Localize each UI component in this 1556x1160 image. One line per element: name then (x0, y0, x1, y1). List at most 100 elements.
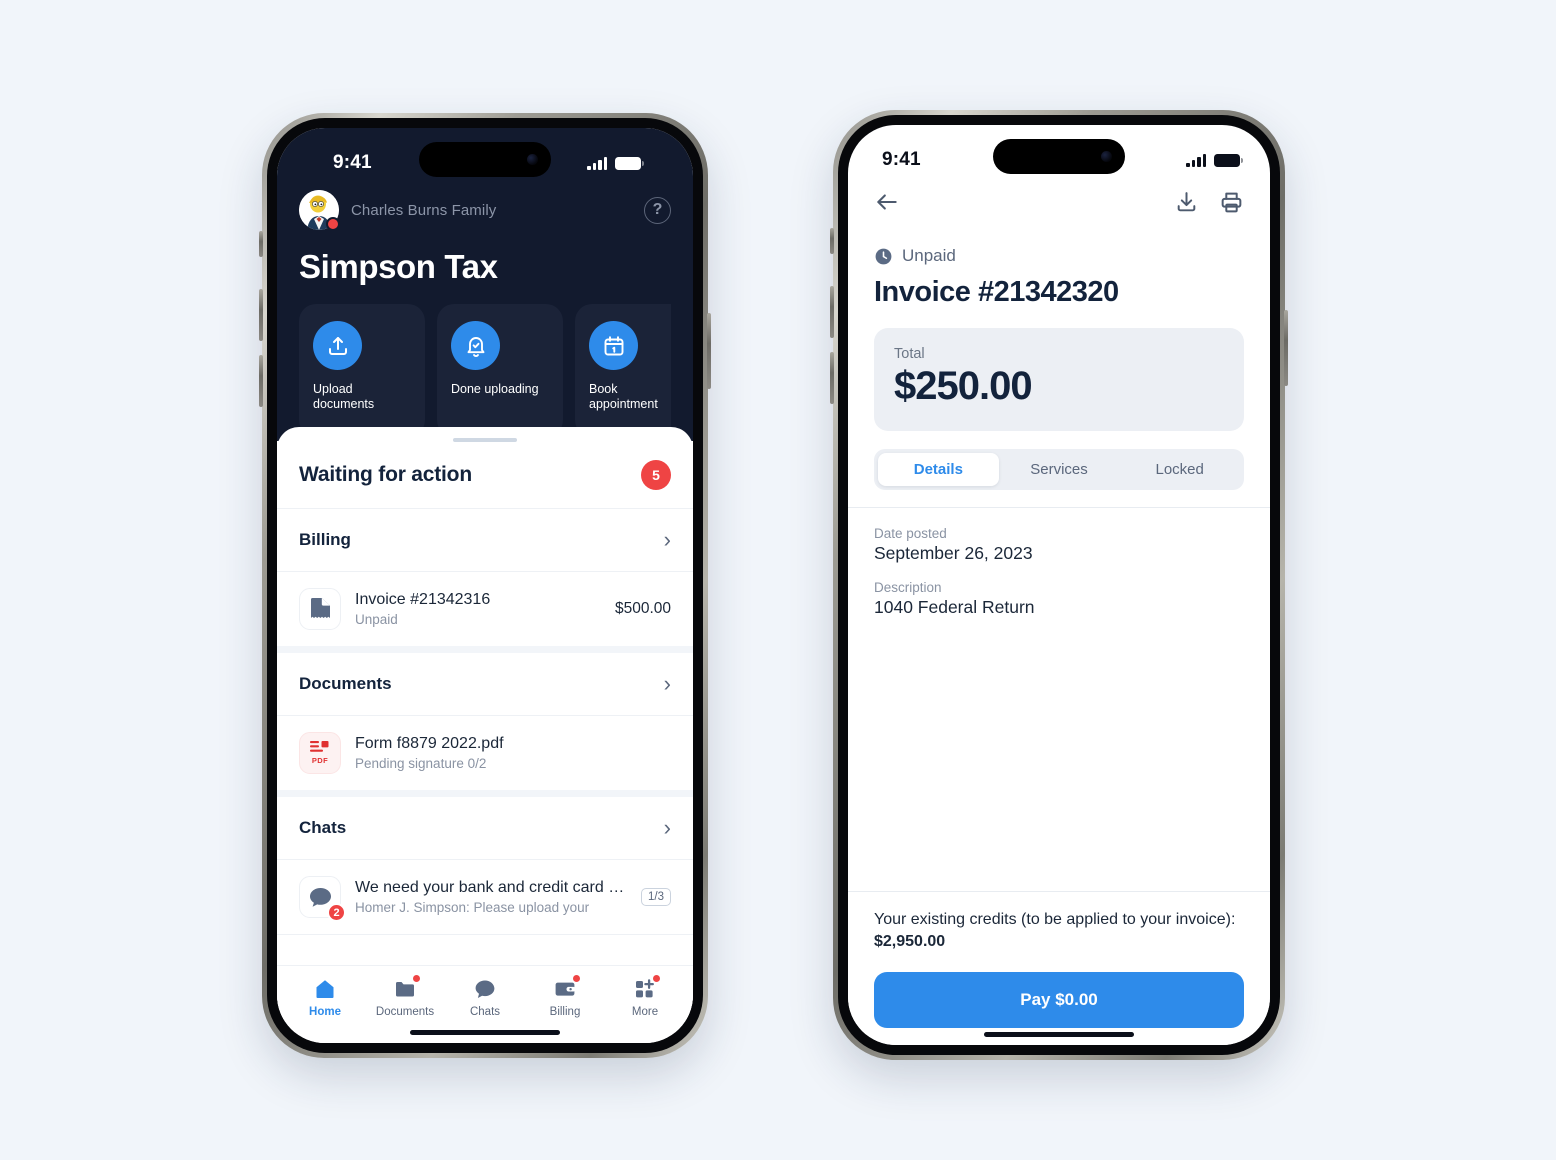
tab-label: Billing (549, 1006, 581, 1018)
sheet-header: Waiting for action 5 (277, 442, 693, 509)
invoice-body: Unpaid Invoice #21342320 Total $250.00 D… (848, 181, 1270, 1045)
tab-more[interactable]: More (605, 975, 685, 1018)
volume-up-button[interactable] (830, 286, 834, 338)
home-icon (316, 980, 334, 998)
group-header-documents[interactable]: Documents › (277, 653, 693, 716)
invoice-toolbar (848, 181, 1270, 220)
list-item-invoice[interactable]: Invoice #21342316 Unpaid $500.00 (277, 572, 693, 653)
home-indicator[interactable] (410, 1030, 560, 1035)
group-title: Documents (299, 674, 392, 693)
group-header-chats[interactable]: Chats › (277, 797, 693, 860)
list-item-chat[interactable]: 2 We need your bank and credit card s… H… (277, 860, 693, 935)
list-item-text: We need your bank and credit card s… Hom… (355, 879, 627, 915)
help-circle-icon[interactable]: ? (644, 196, 671, 224)
print-button[interactable] (1219, 190, 1244, 220)
battery-icon (1214, 153, 1243, 167)
volume-down-button[interactable] (259, 355, 263, 407)
tab-documents[interactable]: Documents (365, 975, 445, 1018)
page-title: Simpson Tax (299, 248, 498, 285)
credits-label: Your existing credits (to be applied to … (874, 910, 1236, 928)
list-item-subtitle: Homer J. Simpson: Please upload your (355, 900, 590, 915)
status-bar-left: 9:41 (299, 128, 671, 184)
battery-icon (615, 156, 644, 170)
notification-dot (653, 975, 660, 982)
screen-invoice-detail: 9:41 Unpaid Invoice #21342320 Total $250… (848, 125, 1270, 1045)
chevron-right-icon[interactable]: › (664, 817, 671, 839)
cellular-bars-icon (1186, 153, 1206, 167)
chat-icon (475, 980, 495, 998)
quick-action-upload-documents[interactable]: Upload documents (299, 304, 425, 437)
calendar-icon (589, 321, 638, 370)
quick-action-label: Done uploading (451, 382, 539, 396)
invoice-details: Date posted September 26, 2023 Descripti… (848, 508, 1270, 634)
screen-home: 9:41 Charles Burns Family ? Simpson Tax … (277, 128, 693, 1043)
invoice-tabs[interactable]: Details Services Locked (874, 449, 1244, 490)
total-card: Total $250.00 (874, 328, 1244, 431)
status-indicators (587, 156, 644, 170)
avatar-status-badge (326, 217, 340, 231)
invoice-number-title: Invoice #21342320 (874, 276, 1119, 308)
chevron-right-icon[interactable]: › (664, 673, 671, 695)
home-indicator[interactable] (984, 1032, 1134, 1037)
phone-bezel-right: 9:41 Unpaid Invoice #21342320 Total $250… (838, 115, 1280, 1055)
tab-home[interactable]: Home (285, 977, 365, 1018)
clock-icon (875, 248, 892, 264)
mute-switch[interactable] (259, 231, 263, 257)
date-posted-value: September 26, 2023 (874, 543, 1033, 563)
total-amount: $250.00 (894, 364, 1033, 408)
quick-action-label: Book appointment (589, 382, 658, 412)
pay-button[interactable]: Pay $0.00 (874, 972, 1244, 1028)
status-time: 9:41 (882, 149, 921, 170)
list-item-amount: $500.00 (614, 600, 671, 617)
status-indicators (1186, 153, 1243, 167)
tab-billing[interactable]: Billing (525, 975, 605, 1018)
list-item-subtitle: Pending signature 0/2 (355, 756, 487, 771)
notification-dot (573, 975, 580, 982)
quick-action-book-appointment[interactable]: Book appointment (575, 304, 671, 437)
invoice-footer: Your existing credits (to be applied to … (848, 890, 1270, 1045)
screenshot-stage: 9:41 Charles Burns Family ? Simpson Tax … (0, 0, 1556, 1160)
tab-label: Documents (375, 1006, 435, 1018)
date-posted-label: Date posted (874, 526, 947, 541)
chevron-right-icon[interactable]: › (664, 529, 671, 551)
total-label: Total (894, 346, 925, 362)
list-item-text: Form f8879 2022.pdf Pending signature 0/… (355, 735, 671, 771)
tab-label: Home (309, 1006, 341, 1018)
volume-down-button[interactable] (830, 352, 834, 404)
back-button[interactable] (874, 189, 900, 220)
tab-locked[interactable]: Locked (1119, 453, 1240, 486)
quick-action-done-uploading[interactable]: Done uploading (437, 304, 563, 437)
quick-actions-row[interactable]: Upload documents Done uploading Book app… (299, 304, 671, 441)
credits-text: Your existing credits (to be applied to … (874, 909, 1244, 954)
group-title: Chats (299, 818, 347, 837)
status-time: 9:41 (333, 152, 372, 173)
power-button[interactable] (707, 313, 711, 389)
power-button[interactable] (1284, 310, 1288, 386)
mute-switch[interactable] (830, 228, 834, 254)
list-item-subtitle: Unpaid (355, 612, 398, 627)
invoice-status-row: Unpaid (848, 220, 1270, 266)
list-item-document[interactable]: PDF Form f8879 2022.pdf Pending signatur… (277, 716, 693, 797)
invoice-status-label: Unpaid (902, 246, 956, 265)
unread-badge: 2 (327, 903, 346, 922)
volume-up-button[interactable] (259, 289, 263, 341)
avatar[interactable] (299, 190, 340, 231)
sheet-title: Waiting for action (299, 463, 472, 486)
invoice-document-icon (299, 588, 341, 630)
pdf-file-icon: PDF (299, 732, 341, 774)
bell-check-icon (451, 321, 500, 370)
status-bar-right: 9:41 (848, 125, 1270, 181)
description-label: Description (874, 580, 942, 595)
bottom-tab-bar[interactable]: Home Documents Chats Billing More (277, 965, 693, 1026)
group-header-billing[interactable]: Billing › (277, 509, 693, 572)
tab-details[interactable]: Details (878, 453, 999, 486)
family-name-label: Charles Burns Family (351, 201, 497, 219)
status-badge: 5 (641, 460, 671, 490)
download-button[interactable] (1174, 190, 1199, 220)
cellular-bars-icon (587, 156, 607, 170)
tab-chats[interactable]: Chats (445, 977, 525, 1018)
home-header: 9:41 Charles Burns Family ? Simpson Tax … (277, 128, 693, 441)
tab-services[interactable]: Services (999, 453, 1120, 486)
list-item-title: We need your bank and credit card s… (355, 879, 627, 896)
message-count-pill: 1/3 (641, 888, 671, 906)
